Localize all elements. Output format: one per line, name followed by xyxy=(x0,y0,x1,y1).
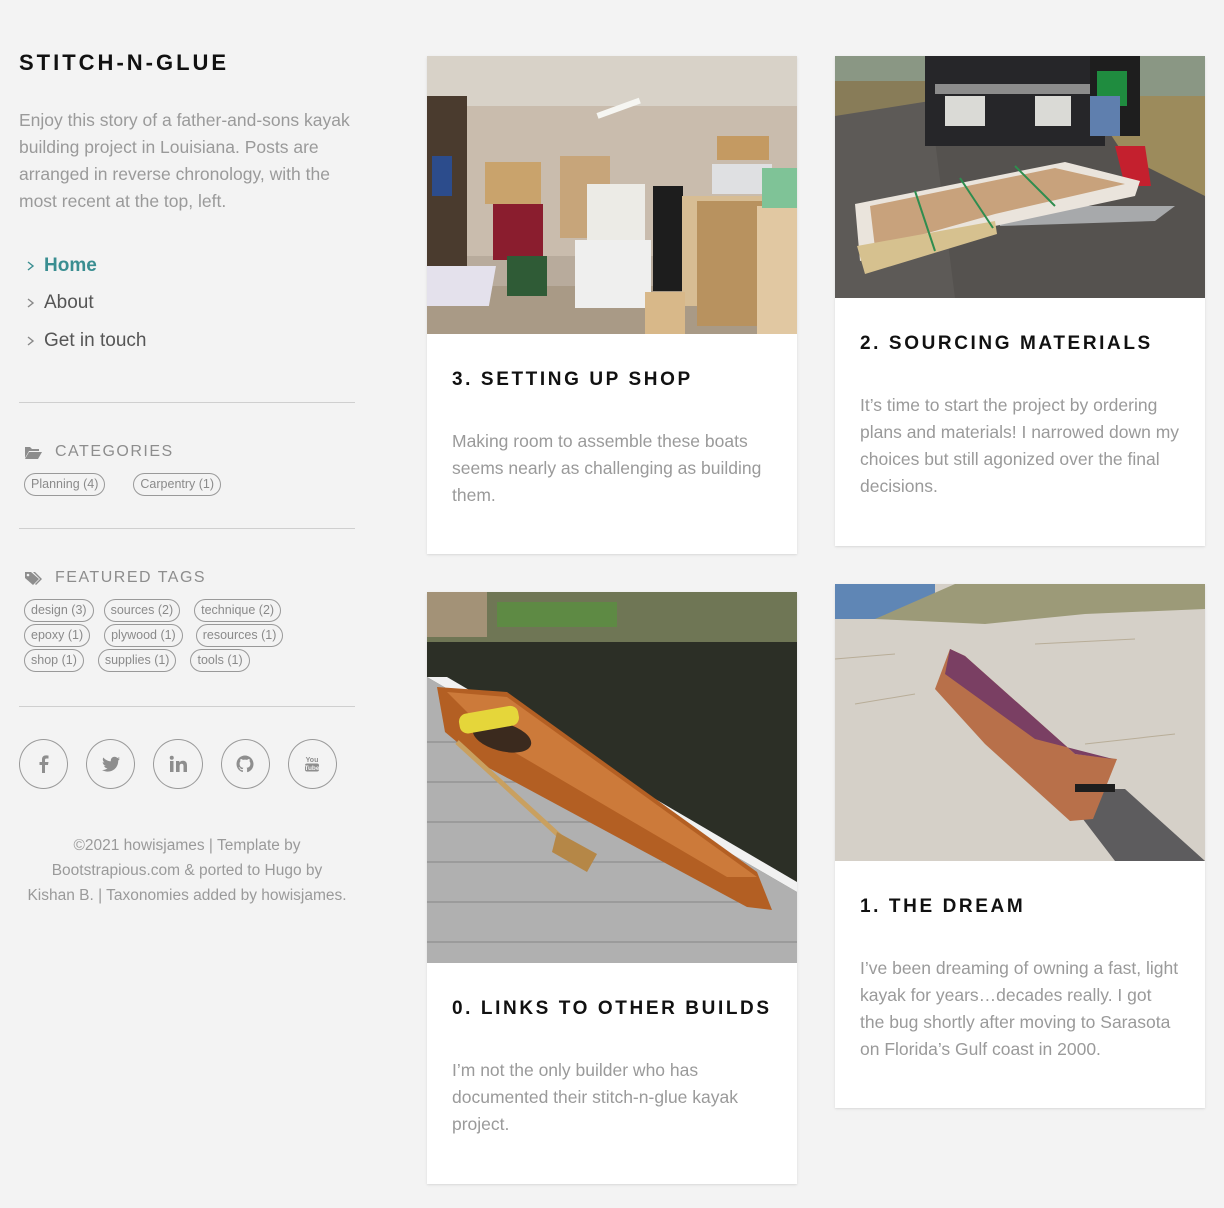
nav-link-about[interactable]: About xyxy=(44,292,94,314)
footer-line: ©2021 howisjames | Template by xyxy=(73,836,301,854)
site-description: Enjoy this story of a father-and-sons ka… xyxy=(19,110,350,211)
svg-text:Tube: Tube xyxy=(305,765,320,772)
tag-row: design (3) sources (2) technique (2) xyxy=(24,598,314,624)
post-body: 0. LINKS TO OTHER BUILDS I’m not the onl… xyxy=(427,963,797,1138)
chevron-right-icon xyxy=(27,298,35,308)
tag-row: epoxy (1) plywood (1) resources (1) xyxy=(24,623,314,649)
nav-item-home[interactable]: Home xyxy=(24,247,355,285)
post-excerpt: It’s time to start the project by orderi… xyxy=(860,395,1180,496)
footer: ©2021 howisjames | Template by Bootstrap… xyxy=(19,833,355,908)
post-excerpt: I’ve been dreaming of owning a fast, lig… xyxy=(860,958,1179,1059)
footer-line: Bootstrapious.com & ported to Hugo by xyxy=(51,861,323,879)
footer-line: Kishan B. | Taxonomies added by howisjam… xyxy=(27,886,347,904)
facebook-icon xyxy=(39,754,49,773)
post-body: 2. SOURCING MATERIALS It’s time to start… xyxy=(835,298,1205,500)
nav-link-home[interactable]: Home xyxy=(44,255,97,277)
dock-kayak-photo xyxy=(427,592,797,963)
facebook-link[interactable] xyxy=(19,738,69,789)
youtube-link[interactable]: You Tube xyxy=(287,738,338,789)
post-image-garage[interactable] xyxy=(427,56,797,334)
post-card[interactable]: 3. SETTING UP SHOP Making room to assemb… xyxy=(427,56,797,554)
twitter-icon xyxy=(101,756,120,772)
svg-text:You: You xyxy=(306,757,319,764)
linkedin-icon xyxy=(169,755,187,772)
post-image-dock-kayak[interactable] xyxy=(427,592,797,963)
tag-pill-design[interactable]: design (3) xyxy=(24,598,94,622)
categories-widget: CATEGORIES Planning (4) Carpentry (1) xyxy=(19,443,355,498)
post-image-beach-kayak[interactable] xyxy=(835,584,1205,861)
category-list: Planning (4) Carpentry (1) xyxy=(19,472,355,498)
nav-item-about[interactable]: About xyxy=(24,285,355,323)
sidebar: STITCH-N-GLUE Enjoy this story of a fath… xyxy=(19,48,355,908)
nav-link-get-in-touch[interactable]: Get in touch xyxy=(44,330,146,352)
post-title[interactable]: 3. SETTING UP SHOP xyxy=(452,368,772,392)
site-title[interactable]: STITCH-N-GLUE xyxy=(19,48,355,78)
tag-pill-resources[interactable]: resources (1) xyxy=(195,623,284,647)
category-pill-carpentry[interactable]: Carpentry (1) xyxy=(133,472,222,496)
categories-heading: CATEGORIES xyxy=(55,442,174,460)
linkedin-link[interactable] xyxy=(153,738,203,789)
post-body: 3. SETTING UP SHOP Making room to assemb… xyxy=(427,334,797,509)
tags-icon xyxy=(25,571,42,585)
post-card[interactable]: 2. SOURCING MATERIALS It’s time to start… xyxy=(835,56,1205,546)
post-card[interactable]: 0. LINKS TO OTHER BUILDS I’m not the onl… xyxy=(427,592,797,1184)
github-link[interactable] xyxy=(220,738,270,789)
twitter-link[interactable] xyxy=(86,738,136,789)
tag-list: design (3) sources (2) technique (2) epo… xyxy=(19,598,314,674)
chevron-right-icon xyxy=(27,336,35,346)
nav-item-get-in-touch[interactable]: Get in touch xyxy=(24,322,355,360)
tag-pill-plywood[interactable]: plywood (1) xyxy=(104,623,183,647)
tag-pill-supplies[interactable]: supplies (1) xyxy=(97,648,177,672)
post-title[interactable]: 2. SOURCING MATERIALS xyxy=(860,332,1180,356)
tag-pill-tools[interactable]: tools (1) xyxy=(190,648,250,672)
category-pill-planning[interactable]: Planning (4) xyxy=(24,472,106,496)
post-excerpt: I’m not the only builder who has documen… xyxy=(452,1060,738,1134)
post-card[interactable]: 1. THE DREAM I’ve been dreaming of ownin… xyxy=(835,584,1205,1108)
post-body: 1. THE DREAM I’ve been dreaming of ownin… xyxy=(835,861,1205,1063)
chevron-right-icon xyxy=(27,261,35,271)
post-title[interactable]: 0. LINKS TO OTHER BUILDS xyxy=(452,997,772,1021)
github-icon xyxy=(236,755,254,772)
main-nav: Home About Get in touch xyxy=(19,247,355,360)
tags-heading-row: FEATURED TAGS xyxy=(19,569,355,587)
tags-heading: FEATURED TAGS xyxy=(55,568,207,586)
divider xyxy=(19,401,355,403)
tag-pill-sources[interactable]: sources (2) xyxy=(103,598,181,622)
tag-pill-technique[interactable]: technique (2) xyxy=(194,598,282,622)
materials-photo xyxy=(835,56,1205,298)
divider xyxy=(19,705,355,707)
featured-tags-widget: FEATURED TAGS design (3) sources (2) tec… xyxy=(19,569,355,674)
garage-photo xyxy=(427,56,797,334)
post-title[interactable]: 1. THE DREAM xyxy=(860,895,1180,919)
tag-pill-shop[interactable]: shop (1) xyxy=(24,648,84,672)
post-excerpt: Making room to assemble these boats seem… xyxy=(452,431,762,505)
divider xyxy=(19,527,355,529)
youtube-icon: YouTube xyxy=(305,757,320,772)
tag-row: shop (1) supplies (1) tools (1) xyxy=(24,648,314,674)
folder-open-icon xyxy=(25,446,42,459)
beach-kayak-photo xyxy=(835,584,1205,861)
post-image-materials[interactable] xyxy=(835,56,1205,298)
tag-pill-epoxy[interactable]: epoxy (1) xyxy=(24,623,91,647)
social-links: You Tube xyxy=(19,738,355,789)
categories-heading-row: CATEGORIES xyxy=(19,443,355,461)
